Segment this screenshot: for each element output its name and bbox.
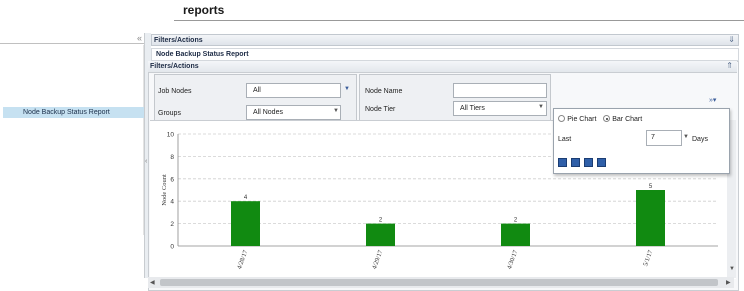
groups-select[interactable]: All Nodes	[246, 105, 341, 120]
y-tick-label: 0	[170, 244, 174, 251]
scroll-right-icon[interactable]: ▶	[726, 279, 731, 286]
x-tick-label: 4/29/17	[371, 249, 385, 271]
bar	[501, 223, 530, 246]
data-label: 5	[649, 184, 653, 190]
scroll-left-icon[interactable]: ◀	[150, 279, 155, 286]
scroll-down-icon[interactable]: ▼	[729, 266, 735, 272]
job-nodes-label: Job Nodes	[158, 88, 192, 95]
y-tick-label: 6	[170, 176, 174, 183]
filters-actions-bar[interactable]: Filters/Actions ⇓	[151, 34, 739, 46]
filters-panel-header: Filters/Actions ⇑	[148, 61, 737, 73]
y-tick-label: 10	[167, 132, 175, 139]
sidebar-item-label: Node Backup Status Report	[23, 109, 110, 116]
filters-actions-label: Filters/Actions	[154, 37, 203, 44]
x-tick-label: 5/1/17	[642, 249, 655, 268]
bar	[366, 223, 395, 246]
x-tick-label: 4/28/17	[236, 249, 250, 271]
double-chevron-up-icon[interactable]: ⇑	[726, 61, 733, 70]
chart-options-popup: Pie Chart Bar Chart Last Days ▼	[553, 108, 730, 174]
double-chevron-down-icon[interactable]: ⇓	[728, 35, 735, 44]
bar-chart-option[interactable]: Bar Chart	[603, 114, 642, 123]
pie-chart-option[interactable]: Pie Chart	[558, 114, 596, 123]
y-tick-label: 4	[170, 199, 174, 206]
page-title: reports	[183, 3, 225, 17]
days-label: Days	[692, 136, 708, 143]
groups-label: Groups	[158, 110, 181, 117]
double-chevron-left-icon[interactable]: «	[137, 33, 142, 43]
chevron-down-icon[interactable]: ▼	[333, 108, 339, 114]
left-panel-top-divider	[0, 43, 147, 44]
chevron-down-icon[interactable]: ▼	[344, 86, 350, 92]
job-nodes-select[interactable]: All	[246, 83, 341, 98]
node-name-label: Node Name	[365, 88, 403, 95]
data-label: 2	[379, 218, 383, 224]
sidebar-item-node-backup-status-report[interactable]: Node Backup Status Report	[3, 107, 147, 118]
y-tick-label: 8	[170, 154, 174, 161]
bar	[636, 190, 665, 246]
y-tick-label: 2	[170, 221, 174, 228]
pie-chart-label: Pie Chart	[567, 116, 597, 123]
y-axis-label: Node Count	[161, 174, 168, 206]
data-label: 2	[514, 218, 518, 224]
node-name-input[interactable]	[453, 83, 547, 98]
report-title-label: Node Backup Status Report	[156, 51, 249, 58]
save-icon[interactable]	[571, 158, 580, 167]
node-tier-label: Node Tier	[365, 106, 396, 113]
bar-chart-radio[interactable]	[603, 115, 610, 123]
title-divider	[174, 20, 744, 21]
print-icon[interactable]	[597, 158, 606, 167]
email-icon[interactable]	[584, 158, 593, 167]
bar	[231, 201, 260, 246]
x-tick-label: 4/30/17	[506, 249, 520, 271]
chevron-down-icon[interactable]: ▼	[683, 134, 689, 140]
filters-panel-title: Filters/Actions	[150, 63, 199, 70]
pie-chart-radio[interactable]	[558, 115, 565, 123]
node-tier-select[interactable]: All Tiers	[453, 101, 547, 116]
last-label: Last	[558, 136, 572, 143]
chevron-left-icon[interactable]: ‹	[145, 158, 147, 165]
report-title-bar: Node Backup Status Report	[151, 48, 739, 61]
days-input[interactable]: 7	[646, 130, 682, 146]
left-panel	[3, 45, 144, 235]
double-chevron-right-icon[interactable]: »▾	[709, 96, 716, 104]
horizontal-scrollbar-thumb[interactable]	[160, 279, 718, 286]
data-label: 4	[244, 195, 248, 201]
chevron-down-icon[interactable]: ▼	[538, 104, 544, 110]
chart-toolbar	[558, 158, 610, 169]
bar-chart-label: Bar Chart	[612, 116, 643, 123]
refresh-icon[interactable]	[558, 158, 567, 167]
